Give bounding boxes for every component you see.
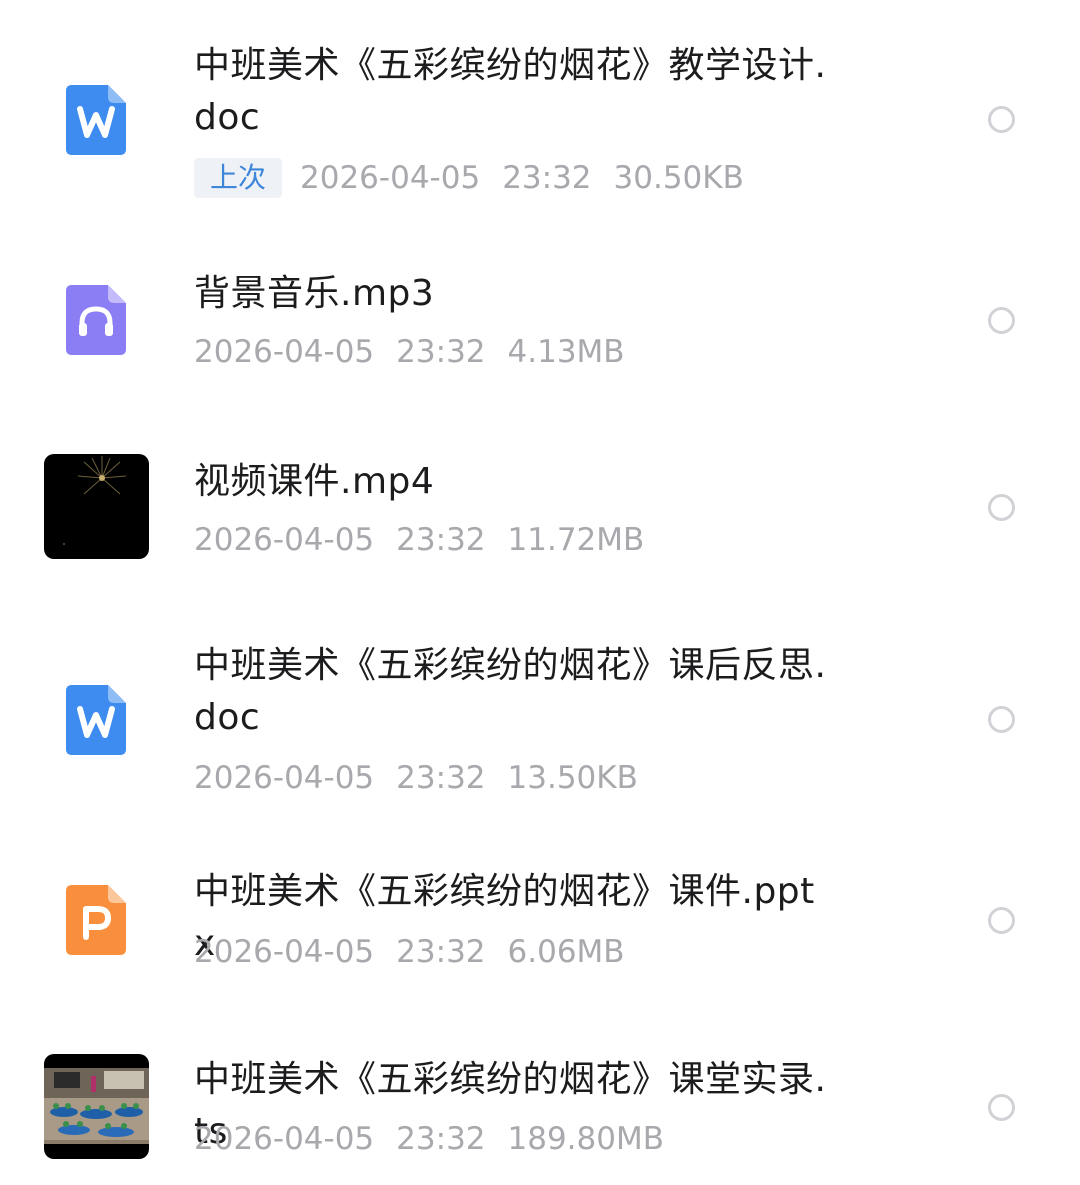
ppt-file-icon — [66, 885, 126, 955]
word-doc-icon — [66, 685, 126, 755]
file-meta: 2026-04-05 23:32 11.72MB — [194, 520, 644, 560]
last-opened-badge: 上次 — [194, 158, 283, 198]
file-row[interactable]: 中班美术《五彩缤纷的烟花》课件.pptx 2026-04-05 23:32 6.06… — [0, 840, 1080, 1000]
file-row[interactable]: 视频课件.mp4 2026-04-05 23:32 11.72MB — [0, 430, 1080, 590]
file-meta: 2026-04-05 23:32 13.50KB — [194, 758, 638, 798]
file-name: 中班美术《五彩缤纷的烟花》教学设计.doc — [194, 45, 827, 138]
file-date: 2026-04-05 — [194, 522, 375, 558]
file-date: 2026-04-05 — [194, 334, 375, 370]
file-size: 30.50KB — [613, 160, 744, 196]
file-date: 2026-04-05 — [194, 934, 375, 970]
file-date: 2026-04-05 — [300, 160, 481, 196]
file-name: 视频课件.mp4 — [194, 461, 435, 502]
file-date: 2026-04-05 — [194, 1121, 375, 1157]
file-time: 23:32 — [396, 522, 486, 558]
file-row[interactable]: 中班美术《五彩缤纷的烟花》课后反思.doc 2026-04-05 23:32 13.… — [0, 620, 1080, 820]
file-row[interactable]: 中班美术《五彩缤纷的烟花》教学设计.doc 上次 2026-04-05 23:32 3… — [0, 0, 1080, 220]
file-time: 23:32 — [396, 934, 486, 970]
file-list: 中班美术《五彩缤纷的烟花》教学设计.doc 上次 2026-04-05 23:32 3… — [0, 0, 1080, 1185]
video-thumbnail — [44, 454, 149, 559]
file-date: 2026-04-05 — [194, 760, 375, 796]
select-radio[interactable] — [988, 106, 1015, 133]
file-time: 23:32 — [502, 160, 592, 196]
file-size: 11.72MB — [507, 522, 645, 558]
file-name: 中班美术《五彩缤纷的烟花》课后反思.doc — [194, 645, 827, 738]
file-size: 13.50KB — [507, 760, 638, 796]
file-meta: 2026-04-05 23:32 189.80MB — [194, 1119, 664, 1159]
select-radio[interactable] — [988, 494, 1015, 521]
file-time: 23:32 — [396, 760, 486, 796]
file-name: 背景音乐.mp3 — [194, 273, 435, 314]
select-radio[interactable] — [988, 307, 1015, 334]
video-thumbnail — [44, 1054, 149, 1159]
file-time: 23:32 — [396, 1121, 486, 1157]
file-row[interactable]: 背景音乐.mp3 2026-04-05 23:32 4.13MB — [0, 240, 1080, 400]
file-meta: 上次 2026-04-05 23:32 30.50KB — [194, 158, 744, 198]
word-doc-icon — [66, 85, 126, 155]
file-size: 4.13MB — [507, 334, 625, 370]
file-time: 23:32 — [396, 334, 486, 370]
file-size: 6.06MB — [507, 934, 625, 970]
select-radio[interactable] — [988, 706, 1015, 733]
file-size: 189.80MB — [507, 1121, 664, 1157]
file-row[interactable]: 中班美术《五彩缤纷的烟花》课堂实录.ts 2026-04-05 23:32 189.… — [0, 1030, 1080, 1185]
file-meta: 2026-04-05 23:32 4.13MB — [194, 332, 625, 372]
audio-file-icon — [66, 285, 126, 355]
file-meta: 2026-04-05 23:32 6.06MB — [194, 932, 625, 972]
select-radio[interactable] — [988, 1094, 1015, 1121]
select-radio[interactable] — [988, 907, 1015, 934]
